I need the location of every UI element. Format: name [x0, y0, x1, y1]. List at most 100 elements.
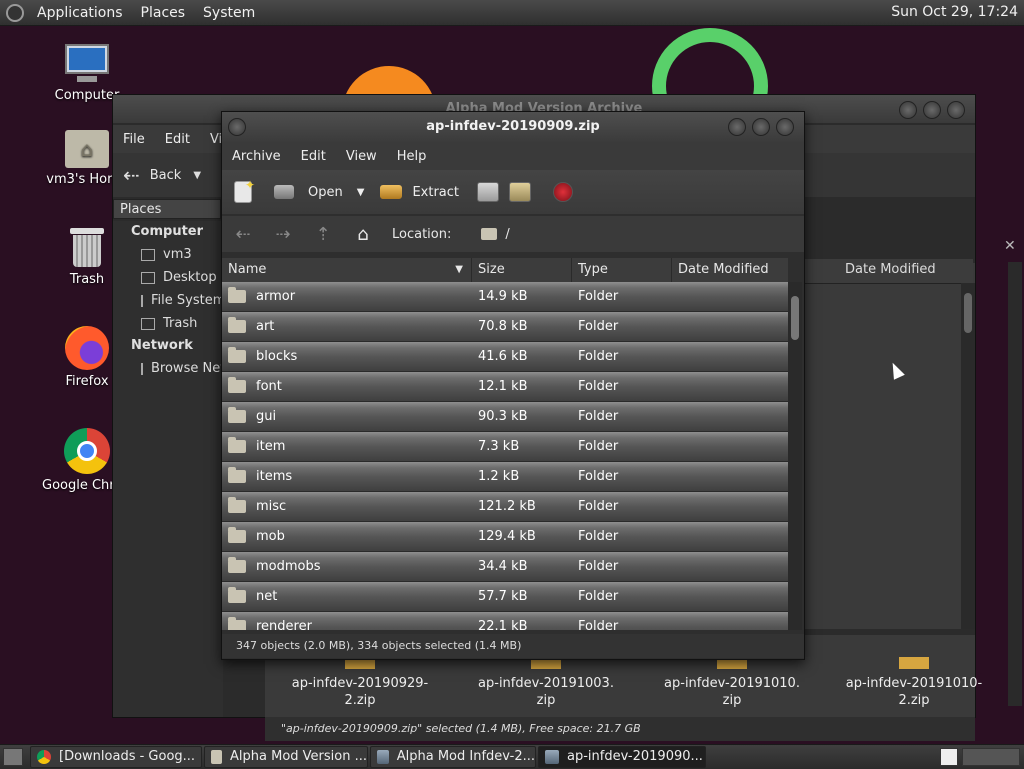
row-size: 12.1 kB: [478, 379, 528, 394]
folder-icon: [228, 617, 246, 630]
clock[interactable]: Sun Oct 29, 17:24: [891, 4, 1018, 20]
column-size[interactable]: Size: [472, 258, 572, 282]
task-alpha-mod-infdev[interactable]: Alpha Mod Infdev-2...: [370, 746, 536, 768]
archive-manager-window[interactable]: ap-infdev-20190909.zip Archive Edit View…: [221, 111, 805, 660]
file-item[interactable]: ap-infdev-20191010. zip: [657, 657, 807, 709]
menu-file[interactable]: File: [113, 132, 155, 147]
column-name-label: Name: [228, 262, 267, 277]
menubar: Archive Edit View Help: [222, 142, 804, 170]
file-label: ap-infdev-20191010-: [845, 676, 983, 691]
folder-icon: [228, 527, 246, 543]
table-row[interactable]: items 1.2 kB Folder: [222, 462, 788, 492]
menu-archive[interactable]: Archive: [222, 149, 291, 164]
table-row[interactable]: armor 14.9 kB Folder: [222, 282, 788, 312]
file-item[interactable]: ap-infdev-20190929- 2.zip: [285, 657, 435, 709]
location-path[interactable]: /: [505, 227, 509, 242]
extract-button[interactable]: Extract: [380, 185, 459, 200]
table-row[interactable]: blocks 41.6 kB Folder: [222, 342, 788, 372]
sidebar-item-label: Browse Network: [151, 361, 223, 376]
sidebar-item-vm3[interactable]: vm3: [113, 243, 223, 266]
show-desktop-icon[interactable]: [3, 748, 23, 766]
table-row[interactable]: font 12.1 kB Folder: [222, 372, 788, 402]
scrollbar-thumb[interactable]: [964, 293, 972, 333]
minimize-button[interactable]: [899, 101, 917, 119]
distro-logo-icon[interactable]: [6, 3, 24, 22]
row-name: mob: [256, 529, 285, 544]
close-icon[interactable]: ✕: [1004, 238, 1020, 254]
folder-icon: [228, 287, 246, 303]
menu-edit[interactable]: Edit: [155, 132, 200, 147]
row-name: blocks: [256, 349, 298, 364]
file-item[interactable]: ap-infdev-20191010- 2.zip: [839, 657, 989, 709]
archive-file-list: armor 14.9 kB Folder art 70.8 kB Folder bloc…: [222, 282, 788, 630]
table-row[interactable]: art 70.8 kB Folder: [222, 312, 788, 342]
workspace-switcher[interactable]: [962, 748, 1020, 766]
maximize-button[interactable]: [752, 118, 770, 136]
column-header[interactable]: Date Modified: [805, 259, 973, 284]
system-menu[interactable]: System: [194, 5, 264, 21]
sidebar-item-label: Desktop: [163, 270, 217, 285]
computer-icon: [63, 44, 111, 84]
table-row[interactable]: renderer 22.1 kB Folder: [222, 612, 788, 630]
column-date-modified[interactable]: Date Modified: [845, 262, 936, 277]
window-menu-button[interactable]: [228, 118, 246, 136]
bottom-taskbar: [Downloads - Goog... Alpha Mod Version .…: [0, 744, 1024, 769]
sidebar-item-browse-network[interactable]: Browse Network: [113, 357, 223, 380]
file-list-pane[interactable]: [805, 263, 975, 629]
trash-icon: [141, 317, 155, 330]
sidebar-item-label: File System: [151, 293, 223, 308]
file-manager-scrollbar[interactable]: [1008, 262, 1022, 706]
maximize-button[interactable]: [923, 101, 941, 119]
column-type[interactable]: Type: [572, 258, 672, 282]
task-downloads[interactable]: [Downloads - Goog...: [30, 746, 202, 768]
row-size: 57.7 kB: [478, 589, 528, 604]
back-arrow-icon[interactable]: ⇠: [232, 224, 254, 245]
task-ap-infdev[interactable]: ap-infdev-2019090...: [538, 746, 706, 768]
task-alpha-mod-version[interactable]: Alpha Mod Version ...: [204, 746, 368, 768]
row-type: Folder: [578, 559, 619, 574]
file-item[interactable]: ap-infdev-20191003. zip: [471, 657, 621, 709]
new-archive-icon: ✦: [234, 178, 255, 203]
minimize-button[interactable]: [728, 118, 746, 136]
folder-icon: [481, 228, 498, 240]
sidebar-item-filesystem[interactable]: File System: [113, 289, 223, 312]
table-row[interactable]: misc 121.2 kB Folder: [222, 492, 788, 522]
sidebar-item-trash[interactable]: Trash: [113, 312, 223, 335]
row-type: Folder: [578, 289, 619, 304]
column-date-modified[interactable]: Date Modified: [672, 258, 788, 282]
column-name[interactable]: Name ▼: [222, 258, 472, 282]
add-files-button[interactable]: [477, 182, 499, 202]
close-button[interactable]: [776, 118, 794, 136]
row-size: 70.8 kB: [478, 319, 528, 334]
workspace-switcher-icon[interactable]: [940, 748, 958, 766]
open-button[interactable]: Open ▼: [274, 185, 364, 200]
table-row[interactable]: modmobs 34.4 kB Folder: [222, 552, 788, 582]
up-arrow-icon[interactable]: ⇡: [312, 224, 334, 245]
folder-icon: [228, 377, 246, 393]
table-row[interactable]: gui 90.3 kB Folder: [222, 402, 788, 432]
table-row[interactable]: net 57.7 kB Folder: [222, 582, 788, 612]
add-folder-button[interactable]: [509, 182, 531, 202]
archive-icon: [377, 750, 389, 764]
new-archive-button[interactable]: ✦: [234, 178, 255, 203]
scrollbar[interactable]: [961, 283, 975, 629]
back-button[interactable]: ⇠ Back ▼: [123, 163, 201, 187]
applications-menu[interactable]: Applications: [28, 5, 132, 21]
window-title: ap-infdev-20190909.zip: [222, 112, 804, 142]
scrollbar-thumb[interactable]: [791, 296, 799, 340]
forward-arrow-icon[interactable]: ⇢: [272, 224, 294, 245]
row-size: 121.2 kB: [478, 499, 536, 514]
home-icon[interactable]: ⌂: [352, 224, 374, 245]
folder-icon: [228, 557, 246, 573]
row-size: 34.4 kB: [478, 559, 528, 574]
table-row[interactable]: mob 129.4 kB Folder: [222, 522, 788, 552]
places-menu[interactable]: Places: [132, 5, 195, 21]
close-button[interactable]: [947, 101, 965, 119]
places-dropdown[interactable]: Places: [113, 199, 221, 219]
menu-help[interactable]: Help: [387, 149, 437, 164]
stop-button[interactable]: [553, 182, 573, 202]
sidebar-item-desktop[interactable]: Desktop: [113, 266, 223, 289]
menu-edit[interactable]: Edit: [291, 149, 336, 164]
menu-view[interactable]: View: [336, 149, 387, 164]
table-row[interactable]: item 7.3 kB Folder: [222, 432, 788, 462]
